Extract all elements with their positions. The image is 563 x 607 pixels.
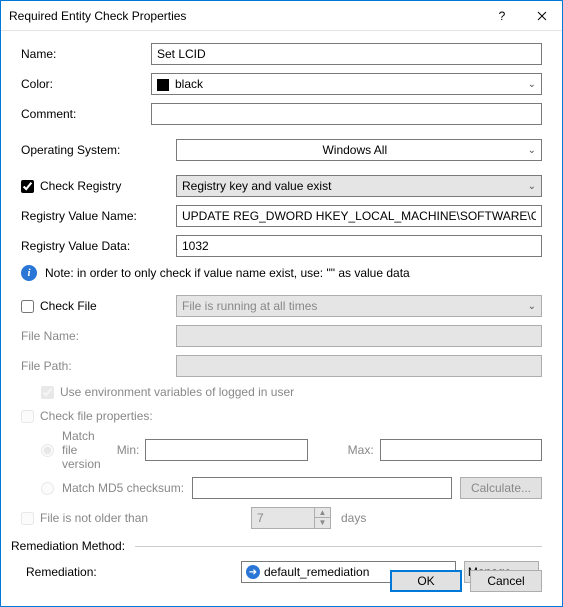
- os-select[interactable]: Windows All ⌄: [176, 139, 542, 161]
- file-mode-select: File is running at all times ⌄: [176, 295, 542, 317]
- min-input: [145, 439, 307, 461]
- remediation-icon: ➜: [246, 565, 260, 579]
- file-properties-checkbox: Check file properties:: [21, 409, 542, 423]
- chevron-down-icon: ⌄: [528, 301, 536, 312]
- calculate-button: Calculate...: [460, 477, 542, 499]
- days-spinner: 7 ▲▼: [251, 507, 331, 529]
- file-name-input: [176, 325, 542, 347]
- ok-button[interactable]: OK: [390, 570, 462, 592]
- registry-mode-select[interactable]: Registry key and value exist ⌄: [176, 175, 542, 197]
- chevron-down-icon: ⌄: [528, 79, 536, 90]
- days-value: 7: [252, 511, 314, 525]
- file-not-older-label: File is not older than: [40, 511, 148, 525]
- chevron-down-icon: ▼: [315, 518, 330, 528]
- env-vars-label: Use environment variables of logged in u…: [60, 385, 294, 399]
- file-not-older-checkbox: File is not older than: [21, 511, 251, 525]
- remediation-section-label: Remediation Method:: [11, 539, 125, 553]
- spinner-buttons: ▲▼: [314, 508, 330, 528]
- color-select[interactable]: black ⌄: [151, 73, 542, 95]
- reg-value-name-label: Registry Value Name:: [21, 209, 176, 223]
- registry-mode-value: Registry key and value exist: [182, 179, 331, 193]
- reg-value-name-input[interactable]: [176, 205, 542, 227]
- chevron-down-icon: ⌄: [528, 145, 536, 156]
- color-swatch-icon: [157, 79, 169, 91]
- registry-hint: i Note: in order to only check if value …: [21, 265, 542, 281]
- match-md5-radio: Match MD5 checksum: Calculate...: [41, 477, 542, 499]
- env-vars-checkbox: Use environment variables of logged in u…: [41, 385, 542, 399]
- file-name-label: File Name:: [21, 329, 176, 343]
- match-version-label: Match file version: [62, 429, 101, 471]
- match-md5-label: Match MD5 checksum:: [62, 481, 192, 495]
- os-label: Operating System:: [21, 143, 176, 157]
- title-bar: Required Entity Check Properties ?: [1, 1, 562, 31]
- file-mode-value: File is running at all times: [182, 299, 317, 313]
- comment-label: Comment:: [21, 107, 151, 121]
- os-value: Windows All: [182, 143, 528, 157]
- min-label: Min:: [117, 443, 140, 457]
- chevron-down-icon: ⌄: [528, 181, 536, 192]
- name-label: Name:: [21, 47, 151, 61]
- md5-input: [192, 477, 452, 499]
- chevron-up-icon: ▲: [315, 508, 330, 518]
- divider: [135, 546, 542, 547]
- check-registry-label: Check Registry: [40, 179, 121, 193]
- file-path-input: [176, 355, 542, 377]
- info-icon: i: [21, 265, 37, 281]
- color-value: black: [175, 77, 203, 91]
- registry-hint-text: Note: in order to only check if value na…: [45, 266, 410, 280]
- color-label: Color:: [21, 77, 151, 91]
- max-input: [380, 439, 542, 461]
- cancel-button[interactable]: Cancel: [470, 570, 542, 592]
- match-version-radio: Match file version Min: Max:: [41, 429, 542, 471]
- file-properties-label: Check file properties:: [40, 409, 153, 423]
- reg-value-data-label: Registry Value Data:: [21, 239, 176, 253]
- close-button[interactable]: [522, 1, 562, 31]
- days-unit: days: [341, 511, 366, 525]
- max-label: Max:: [348, 443, 374, 457]
- check-registry-checkbox[interactable]: Check Registry: [21, 179, 121, 193]
- file-path-label: File Path:: [21, 359, 176, 373]
- reg-value-data-input[interactable]: [176, 235, 542, 257]
- name-input[interactable]: [151, 43, 542, 65]
- check-file-checkbox[interactable]: Check File: [21, 299, 97, 313]
- help-button[interactable]: ?: [482, 1, 522, 31]
- window-title: Required Entity Check Properties: [9, 9, 482, 23]
- check-file-label: Check File: [40, 299, 97, 313]
- comment-input[interactable]: [151, 103, 542, 125]
- remediation-value: default_remediation: [264, 565, 369, 579]
- remediation-label: Remediation:: [26, 565, 241, 579]
- close-icon: [537, 11, 547, 21]
